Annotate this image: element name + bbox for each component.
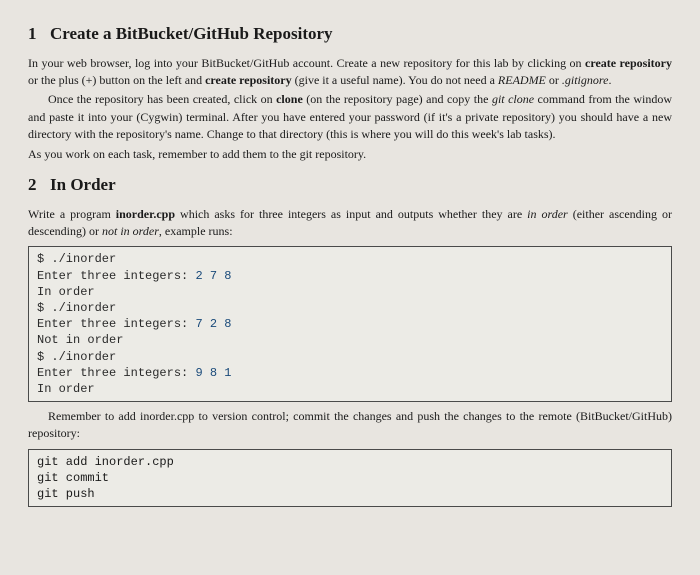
- code-line: Enter three integers:: [37, 366, 195, 380]
- text-italic: in order: [527, 207, 568, 221]
- text-italic: README: [498, 73, 546, 87]
- code-block-git-commands: git add inorder.cpp git commit git push: [28, 449, 672, 508]
- text: or the plus (+) button on the left and: [28, 73, 205, 87]
- section-1-number: 1: [28, 22, 50, 47]
- code-line: $ ./inorder: [37, 252, 116, 266]
- section-1-para-3: As you work on each task, remember to ad…: [28, 146, 672, 163]
- code-line: git commit: [37, 471, 109, 485]
- section-1-heading: 1Create a BitBucket/GitHub Repository: [28, 22, 672, 47]
- text: which asks for three integers as input a…: [175, 207, 527, 221]
- text: (on the repository page) and copy the: [303, 92, 492, 106]
- code-line: git push: [37, 487, 95, 501]
- section-2-para-1: Write a program inorder.cpp which asks f…: [28, 206, 672, 241]
- section-2-para-2: Remember to add inorder.cpp to version c…: [28, 408, 672, 443]
- document-page: 1Create a BitBucket/GitHub Repository In…: [0, 0, 700, 575]
- code-block-example-runs: $ ./inorder Enter three integers: 2 7 8 …: [28, 246, 672, 402]
- code-line: Enter three integers:: [37, 269, 195, 283]
- text: .: [608, 73, 611, 87]
- code-line: Not in order: [37, 333, 123, 347]
- section-1-para-1: In your web browser, log into your BitBu…: [28, 55, 672, 90]
- text-italic: not in order: [102, 224, 159, 238]
- code-input: 7 2 8: [195, 317, 231, 331]
- text: (give it a useful name). You do not need…: [292, 73, 498, 87]
- text: Once the repository has been created, cl…: [48, 92, 276, 106]
- text: , example runs:: [159, 224, 233, 238]
- code-line: In order: [37, 285, 95, 299]
- section-1-para-2: Once the repository has been created, cl…: [28, 91, 672, 143]
- text-italic: .gitignore: [562, 73, 609, 87]
- text: or: [546, 73, 562, 87]
- text-bold: create repository: [585, 56, 672, 70]
- code-line: In order: [37, 382, 95, 396]
- code-line: git add inorder.cpp: [37, 455, 174, 469]
- code-line: $ ./inorder: [37, 350, 116, 364]
- section-1-title: Create a BitBucket/GitHub Repository: [50, 24, 333, 43]
- text: Write a program: [28, 207, 116, 221]
- code-input: 2 7 8: [195, 269, 231, 283]
- text-bold: create repository: [205, 73, 292, 87]
- section-2-number: 2: [28, 173, 50, 198]
- section-2-title: In Order: [50, 175, 116, 194]
- text-bold: inorder.cpp: [116, 207, 175, 221]
- text-bold: clone: [276, 92, 303, 106]
- code-line: Enter three integers:: [37, 317, 195, 331]
- code-input: 9 8 1: [195, 366, 231, 380]
- code-line: $ ./inorder: [37, 301, 116, 315]
- section-2-heading: 2In Order: [28, 173, 672, 198]
- text-italic: git clone: [492, 92, 534, 106]
- text: In your web browser, log into your BitBu…: [28, 56, 585, 70]
